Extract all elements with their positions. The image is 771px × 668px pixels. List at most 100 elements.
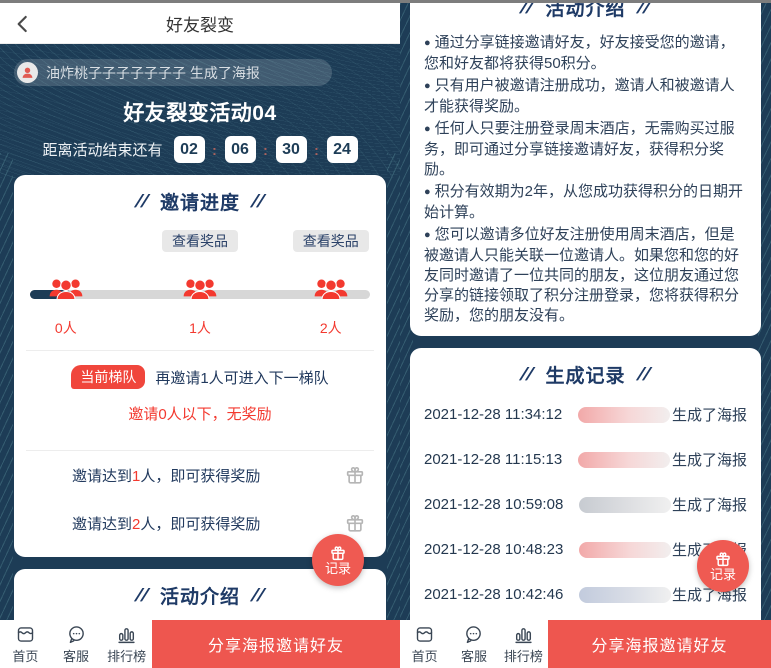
nav-label-service: 客服 [63, 646, 89, 665]
slash-decoration: // [133, 585, 150, 606]
reward-row-1: 邀请达到1人，即可获得奖励 [28, 451, 372, 499]
people-group-icon [181, 274, 219, 304]
view-prize-button-1[interactable]: 查看奖品 [162, 230, 238, 252]
nav-label-home: 首页 [412, 646, 438, 665]
activity-intro-title: 活动介绍 [545, 3, 625, 21]
share-poster-button[interactable]: 分享海报邀请好友 [548, 620, 771, 668]
chat-icon [66, 624, 87, 645]
slash-decoration: // [133, 191, 150, 212]
slash-decoration: // [519, 3, 536, 18]
avatar [17, 62, 38, 83]
records-float-label: 记录 [325, 561, 351, 576]
phone-panel-right: // 活动介绍 // ●通过分享链接邀请好友，好友接受您的邀请，您和好友都将获得… [400, 3, 771, 668]
gift-icon[interactable] [344, 464, 366, 486]
person-icon [21, 66, 34, 79]
blurred-username [579, 587, 671, 603]
view-prize-button-2[interactable]: 查看奖品 [293, 230, 369, 252]
current-tier-text: 再邀请1人可进入下一梯队 [155, 367, 328, 388]
phone-panel-left: 好友裂变 油炸桃子子子子子子子 生成了海报 好友裂变活动04 距离活动结束还有 … [0, 3, 400, 668]
intro-bullets: ●通过分享链接邀请好友，好友接受您的邀请，您和好友都将获得50积分。 ●只有用户… [424, 33, 747, 326]
milestone-1: 1人 [189, 318, 211, 338]
bar-chart-icon [513, 624, 534, 645]
record-action: 生成了海报 [672, 449, 747, 470]
card-header: // 活动介绍 // [424, 3, 747, 21]
gift-icon [329, 544, 347, 562]
record-row: 2021-12-28 10:42:46 生成了海报 [424, 572, 747, 617]
countdown-seconds: 24 [327, 136, 358, 163]
nav-item-home[interactable]: 首页 [0, 620, 51, 668]
nav-item-service[interactable]: 客服 [51, 620, 102, 668]
slash-decoration: // [635, 364, 652, 385]
invite-progress-title: 邀请进度 [160, 188, 240, 215]
milestone-0: 0人 [55, 318, 77, 338]
nav-items: 首页 客服 排行榜 [400, 620, 548, 668]
slash-decoration: // [249, 585, 266, 606]
nav-label-service: 客服 [461, 646, 487, 665]
invite-progress-card: // 邀请进度 // 查看奖品 查看奖品 [14, 175, 386, 557]
record-row: 2021-12-28 11:34:12 生成了海报 [424, 392, 747, 437]
card-header: // 邀请进度 // [28, 188, 372, 215]
intro-bullet: ●您可以邀请多位好友注册使用周末酒店，但是被邀请人只能关联一位邀请人。如果您和您… [424, 225, 747, 326]
records-float-button[interactable]: 记录 [312, 534, 364, 586]
intro-bullet: ●积分有效期为2年，从您成功获得积分的日期开始计算。 [424, 182, 747, 223]
screenshot-stage: 好友裂变 油炸桃子子子子子子子 生成了海报 好友裂变活动04 距离活动结束还有 … [0, 0, 771, 668]
nav-item-ranking[interactable]: 排行榜 [499, 620, 548, 668]
prize-buttons-row: 查看奖品 查看奖品 [28, 230, 372, 256]
stripe-decoration-left [0, 153, 13, 622]
generation-records-title: 生成记录 [545, 361, 625, 388]
intro-bullet: ●任何人只要注册登录周末酒店，无需购买过服务，即可通过分享链接邀请好友，获得积分… [424, 119, 747, 180]
current-tier-row: 当前梯队 再邀请1人可进入下一梯队 [28, 351, 372, 399]
app-header: 好友裂变 [0, 3, 400, 44]
blurred-username [579, 542, 671, 558]
activity-intro-title: 活动介绍 [160, 582, 240, 609]
intro-bullet: ●只有用户被邀请注册成功，邀请人和被邀请人才能获得奖励。 [424, 76, 747, 117]
nav-label-ranking: 排行榜 [504, 646, 543, 665]
countdown-hours: 06 [225, 136, 256, 163]
blurred-username [579, 497, 671, 513]
reward-text: 邀请达到2人，即可获得奖励 [72, 513, 260, 534]
countdown-label: 距离活动结束还有 [42, 139, 162, 160]
gift-icon[interactable] [344, 512, 366, 534]
notice-user: 油炸桃子子子子子子子 [46, 65, 186, 81]
milestone-2: 2人 [320, 318, 342, 338]
notice-text: 油炸桃子子子子子子子 生成了海报 [46, 63, 260, 83]
countdown-minutes: 30 [276, 136, 307, 163]
bottom-nav: 首页 客服 排行榜 分享海报邀请好友 [400, 620, 771, 668]
chevron-left-icon [10, 11, 36, 37]
nav-item-home[interactable]: 首页 [400, 620, 449, 668]
back-button[interactable] [10, 11, 36, 37]
record-time: 2021-12-28 10:59:08 [424, 496, 563, 513]
activity-title: 好友裂变活动04 [0, 97, 400, 127]
record-action: 生成了海报 [672, 494, 747, 515]
records-float-button[interactable]: 记录 [697, 540, 749, 592]
record-time: 2021-12-28 10:48:23 [424, 541, 563, 558]
people-group-icon [312, 274, 350, 304]
home-icon [414, 624, 435, 645]
countdown-separator: : [263, 142, 269, 158]
gift-icon [714, 550, 732, 568]
poster-notice-marquee: 油炸桃子子子子子子子 生成了海报 [14, 59, 332, 86]
activity-intro-card: // 活动介绍 // ●通过分享链接邀请好友，好友接受您的邀请，您和好友都将获得… [410, 3, 761, 336]
blurred-username [578, 407, 670, 423]
countdown: 距离活动结束还有 02 : 06 : 30 : 24 [0, 136, 400, 163]
record-row: 2021-12-28 11:15:13 生成了海报 [424, 437, 747, 482]
slash-decoration: // [635, 3, 652, 18]
page-title: 好友裂变 [166, 11, 234, 36]
slash-decoration: // [249, 191, 266, 212]
nav-item-service[interactable]: 客服 [449, 620, 498, 668]
card-header: // 活动介绍 // [28, 582, 372, 609]
share-poster-button[interactable]: 分享海报邀请好友 [152, 620, 400, 668]
nav-item-ranking[interactable]: 排行榜 [101, 620, 152, 668]
progress-bar [28, 270, 372, 316]
home-icon [15, 624, 36, 645]
bar-chart-icon [116, 624, 137, 645]
countdown-separator: : [314, 142, 320, 158]
notice-action: 生成了海报 [190, 65, 260, 81]
record-action: 生成了海报 [672, 404, 747, 425]
bottom-nav: 首页 客服 排行榜 分享海报邀请好友 [0, 620, 400, 668]
people-group-icon [47, 274, 85, 304]
chat-icon [463, 624, 484, 645]
countdown-days: 02 [174, 136, 205, 163]
countdown-separator: : [212, 142, 218, 158]
records-float-label: 记录 [710, 567, 736, 582]
